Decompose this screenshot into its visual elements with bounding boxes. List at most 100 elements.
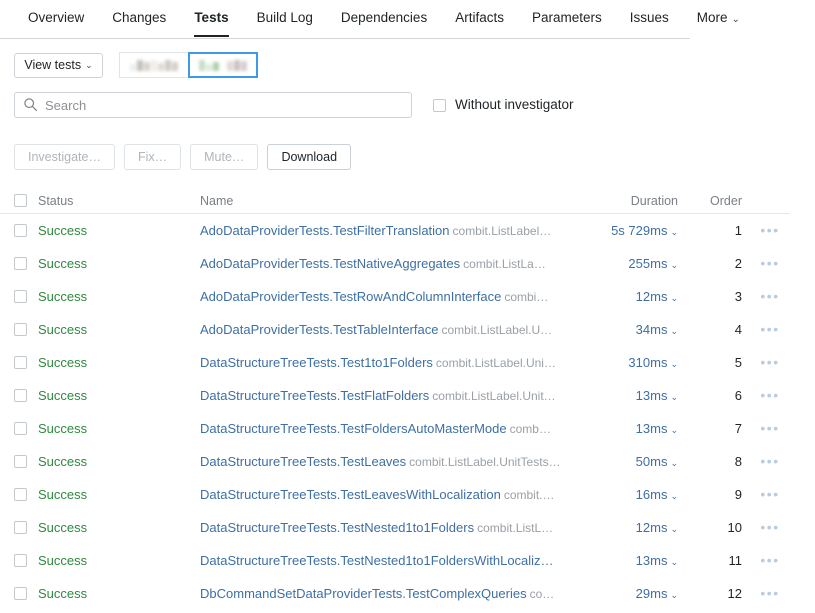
row-checkbox[interactable] [14, 323, 27, 336]
test-name-link[interactable]: DataStructureTreeTests.TestFlatFolders [200, 388, 429, 403]
row-checkbox[interactable] [14, 257, 27, 270]
tab-changes[interactable]: Changes [98, 0, 180, 37]
button-label: Fix… [137, 150, 168, 164]
duration-link[interactable]: 255ms ⌄ [628, 256, 678, 271]
download-button[interactable]: Download [267, 144, 352, 170]
row-status-cell: Success [14, 520, 200, 535]
row-duration-cell: 29ms ⌄ [570, 585, 688, 603]
test-name-link[interactable]: AdoDataProviderTests.TestFilterTranslati… [200, 223, 450, 238]
test-name-link[interactable]: AdoDataProviderTests.TestRowAndColumnInt… [200, 289, 501, 304]
row-overflow-menu-icon[interactable]: ••• [760, 585, 779, 601]
view-tests-button[interactable]: View tests ⌄ [14, 52, 103, 78]
row-checkbox[interactable] [14, 455, 27, 468]
table-row[interactable]: Success AdoDataProviderTests.TestTableInt… [0, 313, 790, 346]
duration-link[interactable]: 29ms ⌄ [636, 586, 678, 601]
tab-issues[interactable]: Issues [616, 0, 683, 37]
row-overflow-menu-icon[interactable]: ••• [760, 354, 779, 370]
row-overflow-menu-icon[interactable]: ••• [760, 552, 779, 568]
row-overflow-menu-icon[interactable]: ••• [760, 420, 779, 436]
row-order-cell: 2 [688, 255, 750, 273]
row-checkbox[interactable] [14, 554, 27, 567]
duration-link[interactable]: 16ms ⌄ [636, 487, 678, 502]
test-name-link[interactable]: DataStructureTreeTests.TestLeavesWithLoc… [200, 487, 501, 502]
test-name-link[interactable]: DbCommandSetDataProviderTests.TestComple… [200, 586, 527, 601]
row-checkbox[interactable] [14, 389, 27, 402]
row-duration-cell: 16ms ⌄ [570, 486, 688, 504]
row-order-cell: 7 [688, 420, 750, 438]
duration-link[interactable]: 12ms ⌄ [636, 520, 678, 535]
test-name-link[interactable]: AdoDataProviderTests.TestTableInterface [200, 322, 438, 337]
tab-build-log[interactable]: Build Log [243, 0, 327, 37]
duration-link[interactable]: 34ms ⌄ [636, 322, 678, 337]
table-row[interactable]: Success AdoDataProviderTests.TestFilterTr… [0, 214, 790, 247]
table-row[interactable]: Success DataStructureTreeTests.TestNested… [0, 511, 790, 544]
table-row[interactable]: Success AdoDataProviderTests.TestNativeAg… [0, 247, 790, 280]
duration-link[interactable]: 13ms ⌄ [636, 421, 678, 436]
test-name-link[interactable]: DataStructureTreeTests.TestNested1to1Fol… [200, 553, 554, 568]
table-row[interactable]: Success DataStructureTreeTests.TestLeaves… [0, 478, 790, 511]
table-row[interactable]: Success DataStructureTreeTests.Test1to1Fo… [0, 346, 790, 379]
test-name-link[interactable]: DataStructureTreeTests.TestLeaves [200, 454, 406, 469]
row-checkbox[interactable] [14, 488, 27, 501]
view-mode-segment-1[interactable] [119, 52, 189, 78]
duration-value: 13ms [635, 420, 668, 436]
duration-link[interactable]: 50ms ⌄ [636, 454, 678, 469]
row-overflow-menu-icon[interactable]: ••• [760, 387, 779, 403]
table-row[interactable]: Success DataStructureTreeTests.TestFolder… [0, 412, 790, 445]
without-investigator-filter[interactable]: Without investigator [433, 98, 574, 112]
tab-more[interactable]: More ⌄ [683, 0, 754, 39]
row-overflow-menu-icon[interactable]: ••• [760, 255, 779, 271]
row-overflow-menu-icon[interactable]: ••• [760, 321, 779, 337]
tab-tests[interactable]: Tests [180, 0, 242, 37]
tab-parameters[interactable]: Parameters [518, 0, 616, 37]
table-row[interactable]: Success AdoDataProviderTests.TestRowAndCo… [0, 280, 790, 313]
row-duration-cell: 13ms ⌄ [570, 420, 688, 438]
test-name-link[interactable]: AdoDataProviderTests.TestNativeAggregate… [200, 256, 460, 271]
table-row[interactable]: Success DataStructureTreeTests.TestNested… [0, 544, 790, 577]
table-row[interactable]: Success DataStructureTreeTests.TestFlatFo… [0, 379, 790, 412]
view-mode-segment-2[interactable] [188, 52, 258, 78]
table-row[interactable]: Success DbCommandSetDataProviderTests.Tes… [0, 577, 790, 610]
duration-link[interactable]: 310ms ⌄ [628, 355, 678, 370]
test-name-link[interactable]: DataStructureTreeTests.TestNested1to1Fol… [200, 520, 474, 535]
row-name-cell: DbCommandSetDataProviderTests.TestComple… [200, 586, 570, 602]
row-name-cell: DataStructureTreeTests.TestLeavesWithLoc… [200, 487, 570, 503]
tab-label: More [696, 10, 728, 25]
tab-label: Dependencies [340, 10, 428, 25]
row-checkbox[interactable] [14, 422, 27, 435]
tab-artifacts[interactable]: Artifacts [441, 0, 518, 37]
row-checkbox[interactable] [14, 356, 27, 369]
tab-dependencies[interactable]: Dependencies [327, 0, 441, 37]
chevron-down-icon: ⌄ [731, 14, 740, 25]
row-overflow-menu-icon[interactable]: ••• [760, 486, 779, 502]
without-investigator-checkbox[interactable] [433, 98, 446, 112]
row-checkbox[interactable] [14, 521, 27, 534]
test-name-link[interactable]: DataStructureTreeTests.TestFoldersAutoMa… [200, 421, 507, 436]
tab-label: Parameters [531, 10, 602, 25]
row-checkbox[interactable] [14, 587, 27, 600]
order-value: 12 [727, 585, 742, 601]
row-checkbox[interactable] [14, 224, 27, 237]
tab-overview[interactable]: Overview [14, 0, 98, 37]
duration-link[interactable]: 13ms ⌄ [636, 553, 678, 568]
row-overflow-menu-icon[interactable]: ••• [760, 288, 779, 304]
chevron-down-icon: ⌄ [670, 490, 678, 501]
row-duration-cell: 310ms ⌄ [570, 354, 688, 372]
search-input[interactable] [14, 92, 412, 118]
chevron-down-icon: ⌄ [670, 424, 678, 435]
row-checkbox[interactable] [14, 290, 27, 303]
chevron-down-icon: ⌄ [85, 59, 93, 70]
duration-value: 5s 729ms [611, 222, 668, 238]
duration-link[interactable]: 13ms ⌄ [636, 388, 678, 403]
duration-link[interactable]: 12ms ⌄ [636, 289, 678, 304]
row-overflow-menu-icon[interactable]: ••• [760, 453, 779, 469]
tab-label: Overview [28, 10, 85, 25]
order-value: 8 [734, 453, 742, 469]
row-overflow-menu-icon[interactable]: ••• [760, 222, 779, 238]
test-name-link[interactable]: DataStructureTreeTests.Test1to1Folders [200, 355, 433, 370]
table-row[interactable]: Success DataStructureTreeTests.TestLeaves… [0, 445, 790, 478]
select-all-checkbox[interactable] [14, 194, 27, 207]
duration-link[interactable]: 5s 729ms ⌄ [611, 223, 678, 238]
tests-tab-page: Overview Changes Tests Build Log Dependencie… [0, 0, 815, 613]
row-overflow-menu-icon[interactable]: ••• [760, 519, 779, 535]
